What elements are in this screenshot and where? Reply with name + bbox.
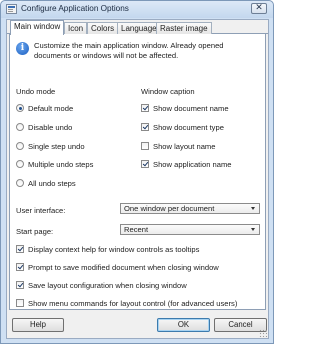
window-caption-label: Window caption xyxy=(141,87,195,96)
user-interface-select[interactable]: One window per document xyxy=(120,203,260,214)
undo-mode-label: Undo mode xyxy=(16,87,56,96)
resize-grip-icon[interactable] xyxy=(259,329,267,337)
tab-colors[interactable]: Colors xyxy=(87,22,119,34)
app-window-icon xyxy=(6,4,17,14)
chevron-down-icon xyxy=(251,228,255,231)
info-text: Customize the main application window. A… xyxy=(34,41,224,60)
checkbox-prompt-save-modified[interactable] xyxy=(16,263,24,271)
checkbox-label-context-help-tooltips[interactable]: Display context help for window controls… xyxy=(28,245,199,254)
start-page-select[interactable]: Recent xyxy=(120,224,260,235)
radio-multiple-undo-steps[interactable] xyxy=(16,160,24,168)
checkbox-label-show-layout-menu-commands[interactable]: Show menu commands for layout control (f… xyxy=(28,299,237,308)
user-interface-label: User interface: xyxy=(16,206,66,215)
tab-raster-image[interactable]: Raster image xyxy=(156,22,212,34)
checkbox-label-show-document-type[interactable]: Show document type xyxy=(153,123,224,132)
ok-button[interactable]: OK xyxy=(157,318,210,332)
radio-label-multiple-undo-steps[interactable]: Multiple undo steps xyxy=(28,160,93,169)
radio-single-step-undo[interactable] xyxy=(16,142,24,150)
checkbox-label-prompt-save-modified[interactable]: Prompt to save modified document when cl… xyxy=(28,263,219,272)
radio-label-default-mode[interactable]: Default mode xyxy=(28,104,73,113)
checkbox-label-show-layout-name[interactable]: Show layout name xyxy=(153,142,215,151)
checkbox-save-layout-configuration[interactable] xyxy=(16,281,24,289)
radio-label-all-undo-steps[interactable]: All undo steps xyxy=(28,179,76,188)
tab-icon[interactable]: Icon xyxy=(64,22,88,34)
checkbox-context-help-tooltips[interactable] xyxy=(16,245,24,253)
radio-label-disable-undo[interactable]: Disable undo xyxy=(28,123,72,132)
info-icon: i xyxy=(16,42,29,55)
help-button[interactable]: Help xyxy=(12,318,64,332)
checkbox-label-show-application-name[interactable]: Show application name xyxy=(153,160,232,169)
checkbox-show-application-name[interactable] xyxy=(141,160,149,168)
dialog-body: Main window Icon Colors Language Raster … xyxy=(6,19,269,339)
tab-main-window[interactable]: Main window xyxy=(10,20,65,35)
checkbox-show-layout-name[interactable] xyxy=(141,142,149,150)
checkbox-show-layout-menu-commands[interactable] xyxy=(16,299,24,307)
close-button[interactable]: ✕ xyxy=(251,3,267,14)
radio-label-single-step-undo[interactable]: Single step undo xyxy=(28,142,85,151)
radio-disable-undo[interactable] xyxy=(16,123,24,131)
user-interface-value: One window per document xyxy=(124,204,215,213)
start-page-value: Recent xyxy=(124,225,149,234)
options-dialog: Configure Application Options ✕ Main win… xyxy=(0,0,274,344)
checkbox-label-save-layout-configuration[interactable]: Save layout configuration when closing w… xyxy=(28,281,187,290)
checkbox-show-document-name[interactable] xyxy=(141,104,149,112)
window-title: Configure Application Options xyxy=(21,4,129,13)
checkbox-show-document-type[interactable] xyxy=(141,123,149,131)
tab-panel-main-window: i Customize the main application window.… xyxy=(9,34,266,310)
radio-all-undo-steps[interactable] xyxy=(16,179,24,187)
tab-language[interactable]: Language xyxy=(117,22,161,34)
radio-default-mode[interactable] xyxy=(16,104,24,112)
checkbox-label-show-document-name[interactable]: Show document name xyxy=(153,104,229,113)
chevron-down-icon xyxy=(251,207,255,210)
tab-bar: Main window Icon Colors Language Raster … xyxy=(7,20,268,35)
title-bar[interactable]: Configure Application Options ✕ xyxy=(1,1,273,18)
start-page-label: Start page: xyxy=(16,227,54,236)
